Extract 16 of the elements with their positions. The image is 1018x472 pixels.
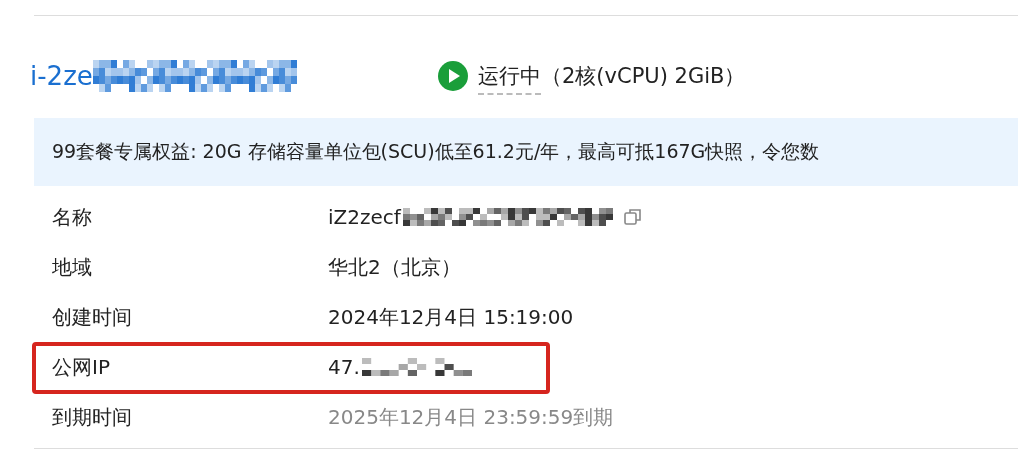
field-value: 华北2（北京） [328, 253, 461, 281]
running-icon [438, 61, 468, 91]
status-text[interactable]: 运行中 [478, 62, 541, 95]
promo-banner: 99套餐专属权益: 20G 存储容量单位包(SCU)低至61.2元/年，最高可抵167G快照，令您数 [34, 118, 1018, 186]
field-label: 到期时间 [52, 403, 133, 431]
field-value: 2025年12月4日 23:59:59到期 [328, 403, 614, 431]
field-label: 地域 [52, 253, 93, 281]
field-label: 创建时间 [52, 303, 133, 331]
field-value: 47. [328, 355, 360, 379]
field-label: 公网IP [52, 353, 111, 381]
copy-icon[interactable] [622, 207, 643, 227]
field-label: 名称 [52, 203, 93, 231]
field-value: iZ2zecf [328, 205, 401, 229]
field-value: 2024年12月4日 15:19:00 [328, 303, 574, 331]
instance-id: i-2ze [30, 61, 93, 91]
spec-text: （2核(vCPU) 2GiB） [541, 63, 746, 90]
